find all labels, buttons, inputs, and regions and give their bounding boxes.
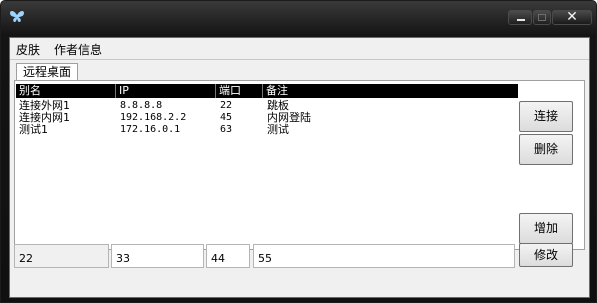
- minimize-button[interactable]: [508, 10, 532, 25]
- ip-field[interactable]: 33: [111, 244, 204, 268]
- row-ip: 192.168.2.2: [120, 112, 187, 123]
- row-ip: 172.16.0.1: [120, 124, 181, 135]
- maximize-button[interactable]: [533, 10, 551, 25]
- client-area: 皮肤 作者信息 远程桌面 别名 IP 端口 备注 连接外网1 8.8.8.8 2…: [9, 37, 590, 298]
- column-header-port[interactable]: 端口: [216, 84, 263, 98]
- app-window: ✕ 皮肤 作者信息 远程桌面 别名 IP 端口 备注 连接外网1 8.8.8.8…: [0, 0, 597, 303]
- row-note: 测试: [267, 123, 289, 136]
- port-field[interactable]: 44: [206, 244, 250, 268]
- row-port: 63: [220, 124, 233, 135]
- edit-button[interactable]: 修改: [519, 243, 573, 267]
- close-icon: ✕: [566, 9, 578, 25]
- delete-button[interactable]: 删除: [519, 134, 573, 165]
- column-header-alias[interactable]: 别名: [16, 84, 116, 98]
- row-port: 22: [220, 100, 233, 111]
- note-field[interactable]: 55: [253, 244, 515, 268]
- menu-skin[interactable]: 皮肤: [16, 41, 40, 58]
- row-ip: 8.8.8.8: [120, 100, 163, 111]
- row-port: 45: [220, 112, 233, 123]
- menu-author-info[interactable]: 作者信息: [54, 41, 102, 58]
- connect-button[interactable]: 连接: [519, 101, 573, 132]
- row-alias: 测试1: [19, 123, 48, 136]
- tab-remote-desktop[interactable]: 远程桌面: [16, 63, 78, 81]
- butterfly-icon: [10, 10, 24, 22]
- column-header-ip[interactable]: IP: [116, 84, 216, 98]
- connection-list[interactable]: 别名 IP 端口 备注 连接外网1 8.8.8.8 22 跳板 连接内网1 19…: [16, 84, 518, 244]
- add-button[interactable]: 增加: [519, 213, 573, 244]
- close-button[interactable]: ✕: [552, 9, 592, 25]
- column-header-note[interactable]: 备注: [263, 84, 518, 98]
- list-row[interactable]: 测试1 172.16.0.1 63 测试: [16, 124, 518, 136]
- title-bar[interactable]: ✕: [1, 1, 596, 37]
- alias-field[interactable]: 22: [14, 244, 109, 268]
- list-header: 别名 IP 端口 备注: [16, 84, 518, 98]
- menu-bar: 皮肤 作者信息: [10, 38, 589, 60]
